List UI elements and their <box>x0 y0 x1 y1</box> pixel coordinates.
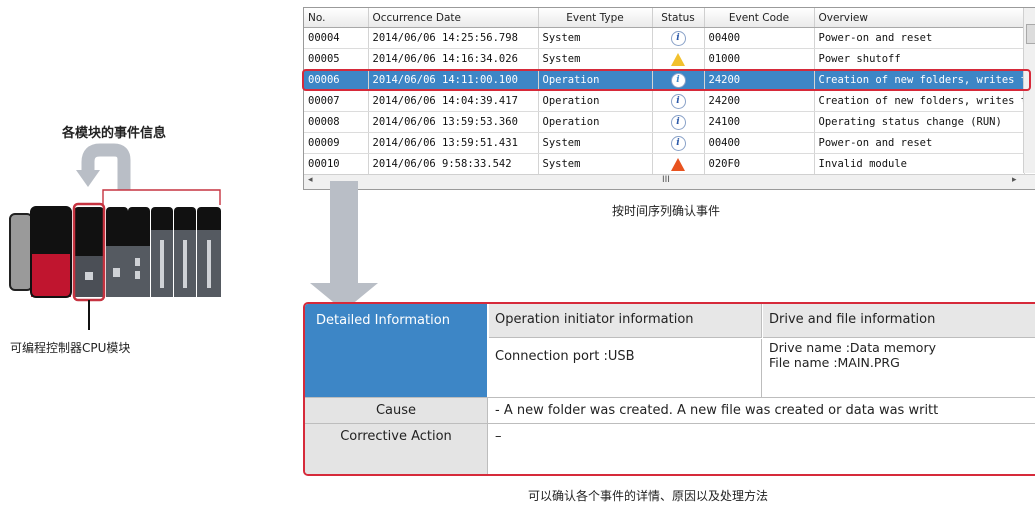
table-row[interactable]: 00008 2014/06/06 13:59:53.360 Operation … <box>304 111 1025 133</box>
info-icon: i <box>670 114 686 130</box>
event-history-window: No. Occurrence Date Event Type Status Ev… <box>303 7 1035 190</box>
cell-overview: Creation of new folders, writes to fil <box>814 90 1025 112</box>
cpu-module-caption: 可编程控制器CPU模块 <box>10 341 131 355</box>
cause-label: Cause <box>305 398 488 423</box>
cell-overview: Operating status change (RUN) <box>814 111 1025 133</box>
table-row[interactable]: 00010 2014/06/06 9:58:33.542 System 020F… <box>304 153 1025 175</box>
column-header-code[interactable]: Event Code <box>704 8 815 28</box>
scroll-thumb-grip-icon[interactable]: III <box>662 175 670 185</box>
column-header-no[interactable]: No. <box>304 8 369 28</box>
timeline-caption: 按时间序列确认事件 <box>612 204 721 218</box>
drive-file-title: Drive and file information <box>763 304 1035 338</box>
cell-date: 2014/06/06 14:04:39.417 <box>368 90 539 112</box>
horizontal-scrollbar[interactable]: ◂ III ▸ <box>304 174 1035 189</box>
cell-date: 2014/06/06 14:25:56.798 <box>368 27 539 49</box>
cell-type: System <box>538 132 653 154</box>
detailed-information-header: Detailed Information <box>305 304 488 397</box>
column-header-overview[interactable]: Overview <box>814 8 1025 28</box>
cell-overview: Power-on and reset <box>814 132 1025 154</box>
cell-date: 2014/06/06 9:58:33.542 <box>368 153 539 175</box>
cell-type: System <box>538 48 653 70</box>
column-header-status[interactable]: Status <box>652 8 705 28</box>
table-row[interactable]: 00004 2014/06/06 14:25:56.798 System i 0… <box>304 27 1025 49</box>
table-header-row: No. Occurrence Date Event Type Status Ev… <box>304 8 1025 28</box>
cell-type: System <box>538 27 653 49</box>
cell-status <box>652 48 705 70</box>
cell-status: i <box>652 111 705 133</box>
info-icon: i <box>670 93 686 109</box>
cell-date: 2014/06/06 13:59:51.431 <box>368 132 539 154</box>
file-name-value: File name :MAIN.PRG <box>769 355 900 370</box>
cell-type: System <box>538 153 653 175</box>
column-header-date[interactable]: Occurrence Date <box>368 8 539 28</box>
plc-diagram <box>9 143 221 330</box>
power-supply-module <box>9 213 33 291</box>
module-bracket <box>102 189 221 205</box>
table-row[interactable]: 00009 2014/06/06 13:59:51.431 System i 0… <box>304 132 1025 154</box>
cell-overview: Power-on and reset <box>814 27 1025 49</box>
cell-status <box>652 153 705 175</box>
drive-name-value: Drive name :Data memory <box>769 340 936 355</box>
cell-no: 00005 <box>304 48 369 70</box>
cell-no: 00008 <box>304 111 369 133</box>
error-icon <box>671 158 685 171</box>
cell-code: 24100 <box>704 111 815 133</box>
cell-code: 00400 <box>704 27 815 49</box>
table-row[interactable]: 00007 2014/06/06 14:04:39.417 Operation … <box>304 90 1025 112</box>
cell-overview: Invalid module <box>814 153 1025 175</box>
cell-no: 00010 <box>304 153 369 175</box>
operation-initiator-title: Operation initiator information <box>489 304 762 338</box>
cell-code: 01000 <box>704 48 815 70</box>
corrective-action-value: – <box>495 429 502 444</box>
down-arrow-shaft <box>330 181 358 283</box>
drive-file-values: Drive name :Data memory File name :MAIN.… <box>763 339 1035 397</box>
cell-type: Operation <box>538 90 653 112</box>
scroll-left-arrow-icon[interactable]: ◂ <box>308 175 313 185</box>
cell-no: 00007 <box>304 90 369 112</box>
cell-code: 00400 <box>704 132 815 154</box>
corrective-action-label: Corrective Action <box>305 424 488 474</box>
detail-panel: Detailed Information Operation initiator… <box>303 302 1035 476</box>
cell-type: Operation <box>538 111 653 133</box>
curve-arrow-head <box>76 170 100 187</box>
cause-value: - A new folder was created. A new file w… <box>495 403 939 418</box>
cell-code: 020F0 <box>704 153 815 175</box>
scroll-right-arrow-icon[interactable]: ▸ <box>1012 175 1017 185</box>
warning-icon <box>671 53 685 66</box>
cell-status: i <box>652 90 705 112</box>
cell-code: 24200 <box>704 90 815 112</box>
cell-date: 2014/06/06 13:59:53.360 <box>368 111 539 133</box>
cell-status: i <box>652 132 705 154</box>
info-icon: i <box>670 30 686 46</box>
event-history-table: No. Occurrence Date Event Type Status Ev… <box>304 8 1025 175</box>
table-row[interactable]: 00005 2014/06/06 14:16:34.026 System 010… <box>304 48 1025 70</box>
connection-port-value: Connection port :USB <box>489 339 762 397</box>
cell-no: 00009 <box>304 132 369 154</box>
selected-row-highlight <box>302 69 1031 91</box>
cell-date: 2014/06/06 14:16:34.026 <box>368 48 539 70</box>
detail-caption: 可以确认各个事件的详情、原因以及处理方法 <box>528 489 769 503</box>
vertical-scroll-thumb[interactable] <box>1026 24 1035 44</box>
cell-no: 00004 <box>304 27 369 49</box>
column-header-type[interactable]: Event Type <box>538 8 653 28</box>
cell-status: i <box>652 27 705 49</box>
info-icon: i <box>670 135 686 151</box>
cell-overview: Power shutoff <box>814 48 1025 70</box>
